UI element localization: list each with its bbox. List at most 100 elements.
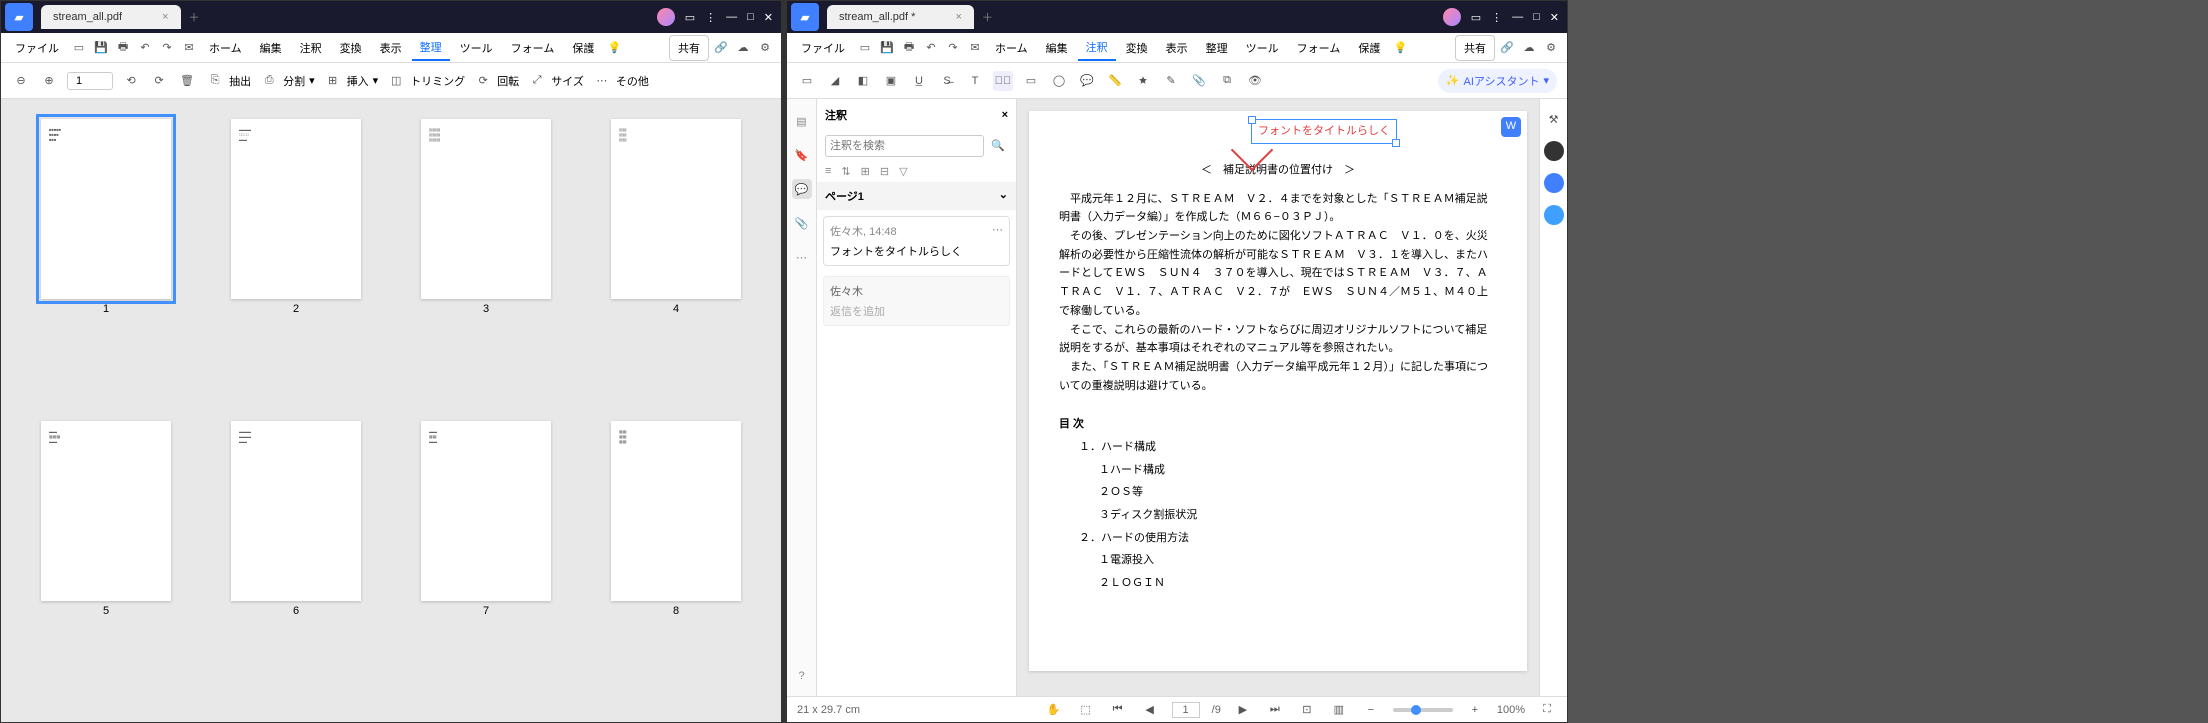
rotate-right-icon[interactable]: ⟳ (149, 71, 169, 91)
chevron-down-icon[interactable]: ⌄ (999, 188, 1008, 204)
menu-protect[interactable]: 保護 (564, 36, 602, 60)
open-icon[interactable]: ▭ (855, 38, 875, 58)
redo-icon[interactable]: ↷ (157, 38, 177, 58)
compare-icon[interactable]: ⧉ (1217, 71, 1237, 91)
comments-icon[interactable]: 💬 (792, 179, 812, 199)
zoom-in-icon[interactable]: ⊕ (39, 71, 59, 91)
search-input[interactable] (825, 135, 984, 157)
document-view[interactable]: フォントをタイトルらしく ＜ 補足説明書の位置付け ＞ 平成元年１２月に、ＳＴＲ… (1017, 99, 1539, 696)
menu-convert[interactable]: 変換 (1118, 36, 1156, 60)
page-group[interactable]: ページ1 (825, 188, 864, 204)
comment-item[interactable]: 佐々木, 14:48⋯ フォントをタイトルらしく (823, 216, 1010, 266)
split-button[interactable]: ⎙分割▾ (259, 71, 315, 91)
search-icon[interactable]: 🔍 (988, 135, 1008, 155)
zoom-level[interactable]: 100% (1497, 704, 1525, 716)
new-tab-button[interactable]: ＋ (982, 9, 993, 25)
rect-icon[interactable]: ▭ (1021, 71, 1041, 91)
app-logo-icon[interactable]: ▰ (5, 3, 33, 31)
chat-icon[interactable]: ▭ (1471, 11, 1481, 24)
menu-form[interactable]: フォーム (1289, 36, 1349, 60)
bookmark-icon[interactable]: 🔖 (792, 145, 812, 165)
layout-icon[interactable]: ▥ (1329, 700, 1349, 720)
check-icon[interactable] (1544, 205, 1564, 225)
ai-assistant-button[interactable]: ✨AIアシスタント▾ (1438, 69, 1557, 93)
help-icon[interactable]: ? (792, 666, 812, 686)
avatar-icon[interactable] (1443, 8, 1461, 26)
sign-icon[interactable]: ✎ (1161, 71, 1181, 91)
bot-icon[interactable] (1544, 141, 1564, 161)
stamp-icon[interactable]: 🟊 (1133, 71, 1153, 91)
chat-icon[interactable]: ▭ (685, 11, 695, 24)
menu-organize[interactable]: 整理 (1198, 36, 1236, 60)
menu-view[interactable]: 表示 (1158, 36, 1196, 60)
prev-page-icon[interactable]: ◀ (1140, 700, 1160, 720)
sort-icon[interactable]: ⇅ (841, 165, 850, 178)
cloud-icon[interactable]: ☁ (733, 38, 753, 58)
hand-icon[interactable]: ✋ (1044, 700, 1064, 720)
maximize-icon[interactable]: □ (1533, 11, 1540, 23)
attach-icon[interactable]: 📎 (1189, 71, 1209, 91)
menu-organize[interactable]: 整理 (412, 35, 450, 61)
avatar-icon[interactable] (657, 8, 675, 26)
page-thumb-4[interactable]: ▤▤▤▤▤▤ (611, 119, 741, 299)
menu-view[interactable]: 表示 (372, 36, 410, 60)
print-icon[interactable]: 🖶 (113, 38, 133, 58)
maximize-icon[interactable]: □ (747, 11, 754, 23)
first-page-icon[interactable]: ⏮ (1108, 700, 1128, 720)
undo-icon[interactable]: ↶ (135, 38, 155, 58)
mail-icon[interactable]: ✉ (179, 38, 199, 58)
print-icon[interactable]: 🖶 (899, 38, 919, 58)
menu-icon[interactable]: ⋮ (705, 11, 716, 24)
rotate-left-icon[interactable]: ⟲ (121, 71, 141, 91)
filter-icon[interactable]: ▽ (899, 165, 907, 178)
close-icon[interactable]: × (162, 11, 168, 23)
trim-button[interactable]: ◫トリミング (386, 71, 465, 91)
menu-file[interactable]: ファイル (7, 36, 67, 60)
close-window-icon[interactable]: ✕ (1550, 11, 1559, 24)
eraser-icon[interactable]: ◧ (853, 71, 873, 91)
insert-button[interactable]: ⊞挿入▾ (323, 71, 379, 91)
mail-icon[interactable]: ✉ (965, 38, 985, 58)
word-export-icon[interactable]: W (1501, 117, 1521, 137)
menu-home[interactable]: ホーム (987, 36, 1036, 60)
share-button[interactable]: 共有 (1455, 35, 1495, 61)
page-thumb-3[interactable]: ▤▤▤▤▤▤▤▤▤ (421, 119, 551, 299)
tools-icon[interactable]: ⚒ (1544, 109, 1564, 129)
current-page[interactable]: 1 (1172, 702, 1200, 718)
area-highlight-icon[interactable]: ▣ (881, 71, 901, 91)
close-icon[interactable]: × (955, 11, 961, 23)
next-page-icon[interactable]: ▶ (1233, 700, 1253, 720)
menu-form[interactable]: フォーム (503, 36, 563, 60)
page-thumb-8[interactable]: ▦▦▦▦▦▦ (611, 421, 741, 601)
fullscreen-icon[interactable]: ⛶ (1537, 700, 1557, 720)
close-panel-icon[interactable]: × (1002, 109, 1008, 121)
menu-annot[interactable]: 注釈 (1078, 35, 1116, 61)
page-thumb-1[interactable]: ■■■■■■■■■■■■ (41, 119, 171, 299)
expand-icon[interactable]: ⊞ (861, 165, 870, 178)
delete-icon[interactable]: 🗑 (177, 71, 197, 91)
menu-protect[interactable]: 保護 (1350, 36, 1388, 60)
minimize-icon[interactable]: — (1512, 11, 1523, 23)
attachment-icon[interactable]: 📎 (792, 213, 812, 233)
save-icon[interactable]: 💾 (877, 38, 897, 58)
page-thumb-2[interactable]: ▬▬▬□□□□▬▬ (231, 119, 361, 299)
ellipse-icon[interactable]: ◯ (1049, 71, 1069, 91)
underline-icon[interactable]: U̲ (909, 71, 929, 91)
gear-icon[interactable]: ⚙ (755, 38, 775, 58)
menu-tool[interactable]: ツール (1238, 36, 1287, 60)
minimize-icon[interactable]: — (726, 11, 737, 23)
bulb-icon[interactable]: 💡 (604, 38, 624, 58)
zoom-in-icon[interactable]: + (1465, 700, 1485, 720)
link-icon[interactable]: 🔗 (711, 38, 731, 58)
ruler-icon[interactable]: 📏 (1105, 71, 1125, 91)
link-icon[interactable]: 🔗 (1497, 38, 1517, 58)
collapse-icon[interactable]: ⊟ (880, 165, 889, 178)
select-icon[interactable]: ⬚ (1076, 700, 1096, 720)
menu-tool[interactable]: ツール (452, 36, 501, 60)
last-page-icon[interactable]: ⏭ (1265, 700, 1285, 720)
size-button[interactable]: ⤢サイズ (527, 71, 584, 91)
page-number-input[interactable]: 1 (67, 72, 113, 90)
menu-file[interactable]: ファイル (793, 36, 853, 60)
extract-button[interactable]: ⎘抽出 (205, 71, 251, 91)
document-tab[interactable]: stream_all.pdf × (41, 5, 181, 29)
